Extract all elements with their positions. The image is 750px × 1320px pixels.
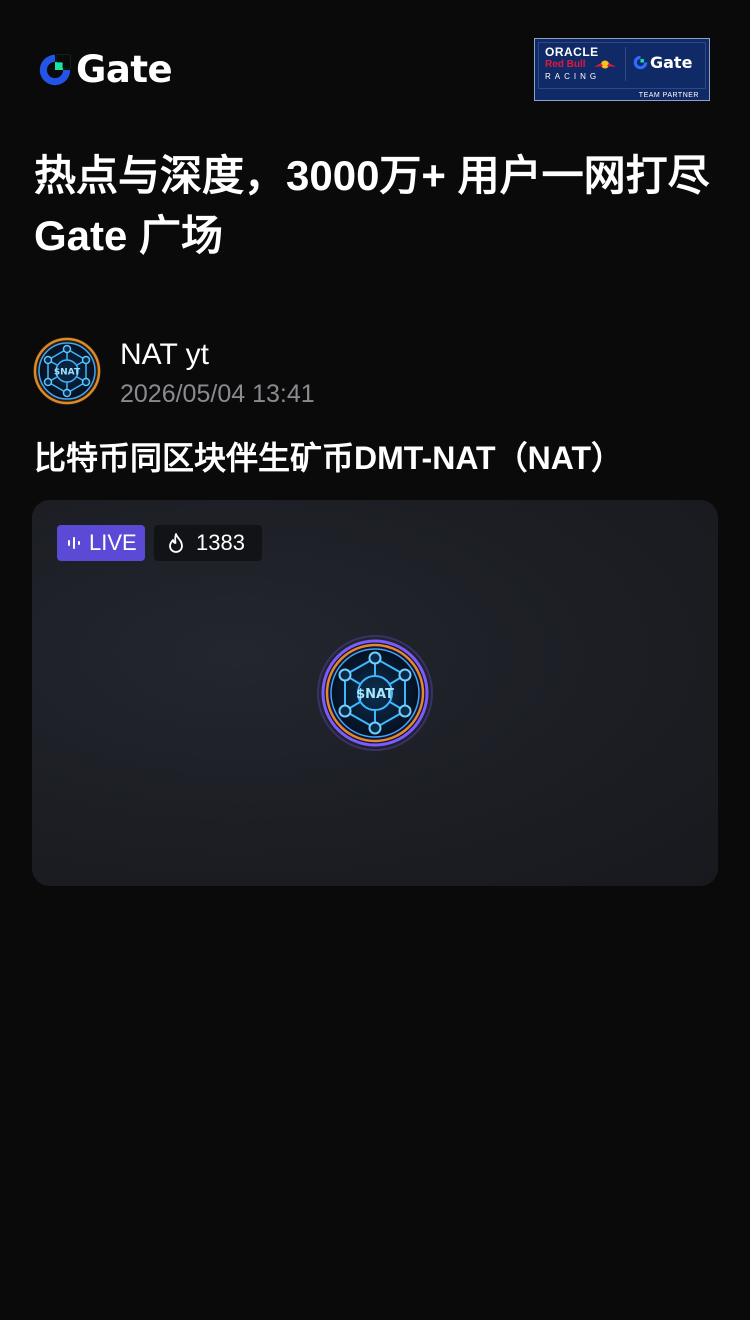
gate-logo-icon (39, 54, 71, 86)
author-name[interactable]: NAT yt (120, 336, 209, 374)
page: Gate ORACLE Red Bull RACING Gate TEAM PA… (0, 0, 750, 1320)
post-title[interactable]: 比特币同区块伴生矿币DMT-NAT（NAT） (34, 436, 724, 480)
post-author: $NAT NAT yt 2026/05/04 13:41 (32, 336, 632, 408)
badge-gate-logo: Gate (632, 53, 692, 72)
racing-wordmark: RACING (545, 72, 601, 81)
page-headline: 热点与深度，3000万+ 用户一网打尽 Gate 广场 (34, 152, 710, 259)
brand-name: Gate (76, 48, 173, 91)
avatar[interactable]: $NAT (32, 336, 102, 406)
bull-icon (594, 60, 616, 69)
redbull-wordmark: Red Bull (545, 59, 586, 70)
header: Gate ORACLE Red Bull RACING Gate TEAM PA… (0, 0, 750, 110)
badge-divider (625, 47, 626, 81)
oracle-wordmark: ORACLE (545, 45, 599, 59)
stream-logo-text: $NAT (356, 687, 394, 702)
team-partner-label: TEAM PARTNER (638, 92, 699, 99)
live-badge: LIVE (57, 525, 145, 561)
gate-logo[interactable]: Gate (36, 48, 173, 91)
sound-wave-icon (68, 537, 80, 549)
avatar-text: $NAT (54, 368, 81, 378)
post-timestamp: 2026/05/04 13:41 (120, 380, 315, 408)
live-stream-card[interactable]: LIVE 1383 $NAT (32, 500, 718, 886)
badge-brand-name: Gate (650, 53, 693, 72)
flame-icon (169, 533, 183, 553)
network-node-icon: $NAT (311, 629, 439, 757)
team-partner-badge[interactable]: ORACLE Red Bull RACING Gate TEAM PARTNER (534, 38, 710, 101)
viewer-count: 1383 (196, 530, 245, 555)
gate-logo-icon (633, 55, 648, 70)
live-label: LIVE (89, 530, 137, 555)
viewer-count-badge: 1383 (154, 525, 262, 561)
